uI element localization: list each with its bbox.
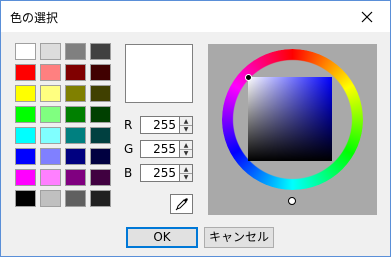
r-label: R [124, 118, 133, 132]
color-swatch[interactable] [90, 190, 111, 207]
spin-down-icon[interactable]: ▼ [180, 149, 192, 157]
color-swatch[interactable] [15, 43, 36, 60]
sv-cursor[interactable] [245, 74, 252, 81]
spin-down-icon[interactable]: ▼ [180, 173, 192, 181]
color-swatch[interactable] [40, 190, 61, 207]
color-swatch[interactable] [40, 148, 61, 165]
color-swatch[interactable] [90, 85, 111, 102]
b-value-input[interactable]: 255 [140, 164, 180, 182]
color-swatch[interactable] [65, 43, 86, 60]
color-swatch[interactable] [15, 64, 36, 81]
color-preview [125, 44, 193, 103]
color-wheel-panel[interactable] [208, 44, 377, 215]
color-swatch[interactable] [90, 148, 111, 165]
g-spinner[interactable]: ▲ ▼ [179, 140, 193, 158]
color-picker-dialog: 色の選択 R 255 ▲ ▼ G 255 ▲ ▼ B 255 ▲ ▼ OK キャ… [0, 0, 391, 257]
cancel-button[interactable]: キャンセル [204, 227, 274, 248]
saturation-value-square[interactable] [248, 77, 332, 161]
color-swatch[interactable] [40, 64, 61, 81]
b-spinner[interactable]: ▲ ▼ [179, 164, 193, 182]
color-swatch[interactable] [90, 43, 111, 60]
color-swatch[interactable] [40, 106, 61, 123]
color-swatch[interactable] [90, 169, 111, 186]
hue-cursor[interactable] [288, 197, 296, 205]
color-swatch[interactable] [65, 127, 86, 144]
g-label: G [124, 142, 134, 156]
eyedropper-icon [175, 198, 188, 211]
r-value-input[interactable]: 255 [140, 116, 180, 134]
dialog-title: 色の選択 [10, 11, 59, 25]
eyedropper-button[interactable] [170, 194, 193, 214]
color-swatch[interactable] [65, 85, 86, 102]
ok-button[interactable]: OK [126, 227, 198, 248]
close-icon [361, 11, 373, 22]
color-swatch[interactable] [15, 169, 36, 186]
b-label: B [124, 166, 133, 180]
color-swatch[interactable] [15, 85, 36, 102]
color-swatch[interactable] [90, 64, 111, 81]
g-value-input[interactable]: 255 [140, 140, 180, 158]
color-swatch[interactable] [65, 64, 86, 81]
r-spinner[interactable]: ▲ ▼ [179, 116, 193, 134]
title-bar: 色の選択 [1, 1, 390, 32]
color-swatch[interactable] [40, 43, 61, 60]
close-button[interactable] [344, 1, 390, 32]
color-swatch[interactable] [15, 127, 36, 144]
color-swatch[interactable] [65, 190, 86, 207]
color-swatch[interactable] [15, 106, 36, 123]
color-swatch[interactable] [15, 148, 36, 165]
color-swatch[interactable] [40, 169, 61, 186]
color-swatch[interactable] [65, 148, 86, 165]
color-swatch[interactable] [90, 127, 111, 144]
color-swatch[interactable] [90, 106, 111, 123]
spin-down-icon[interactable]: ▼ [180, 125, 192, 133]
color-swatch[interactable] [40, 127, 61, 144]
color-swatch[interactable] [40, 85, 61, 102]
color-swatch[interactable] [65, 169, 86, 186]
color-swatch[interactable] [65, 106, 86, 123]
color-swatch[interactable] [15, 190, 36, 207]
